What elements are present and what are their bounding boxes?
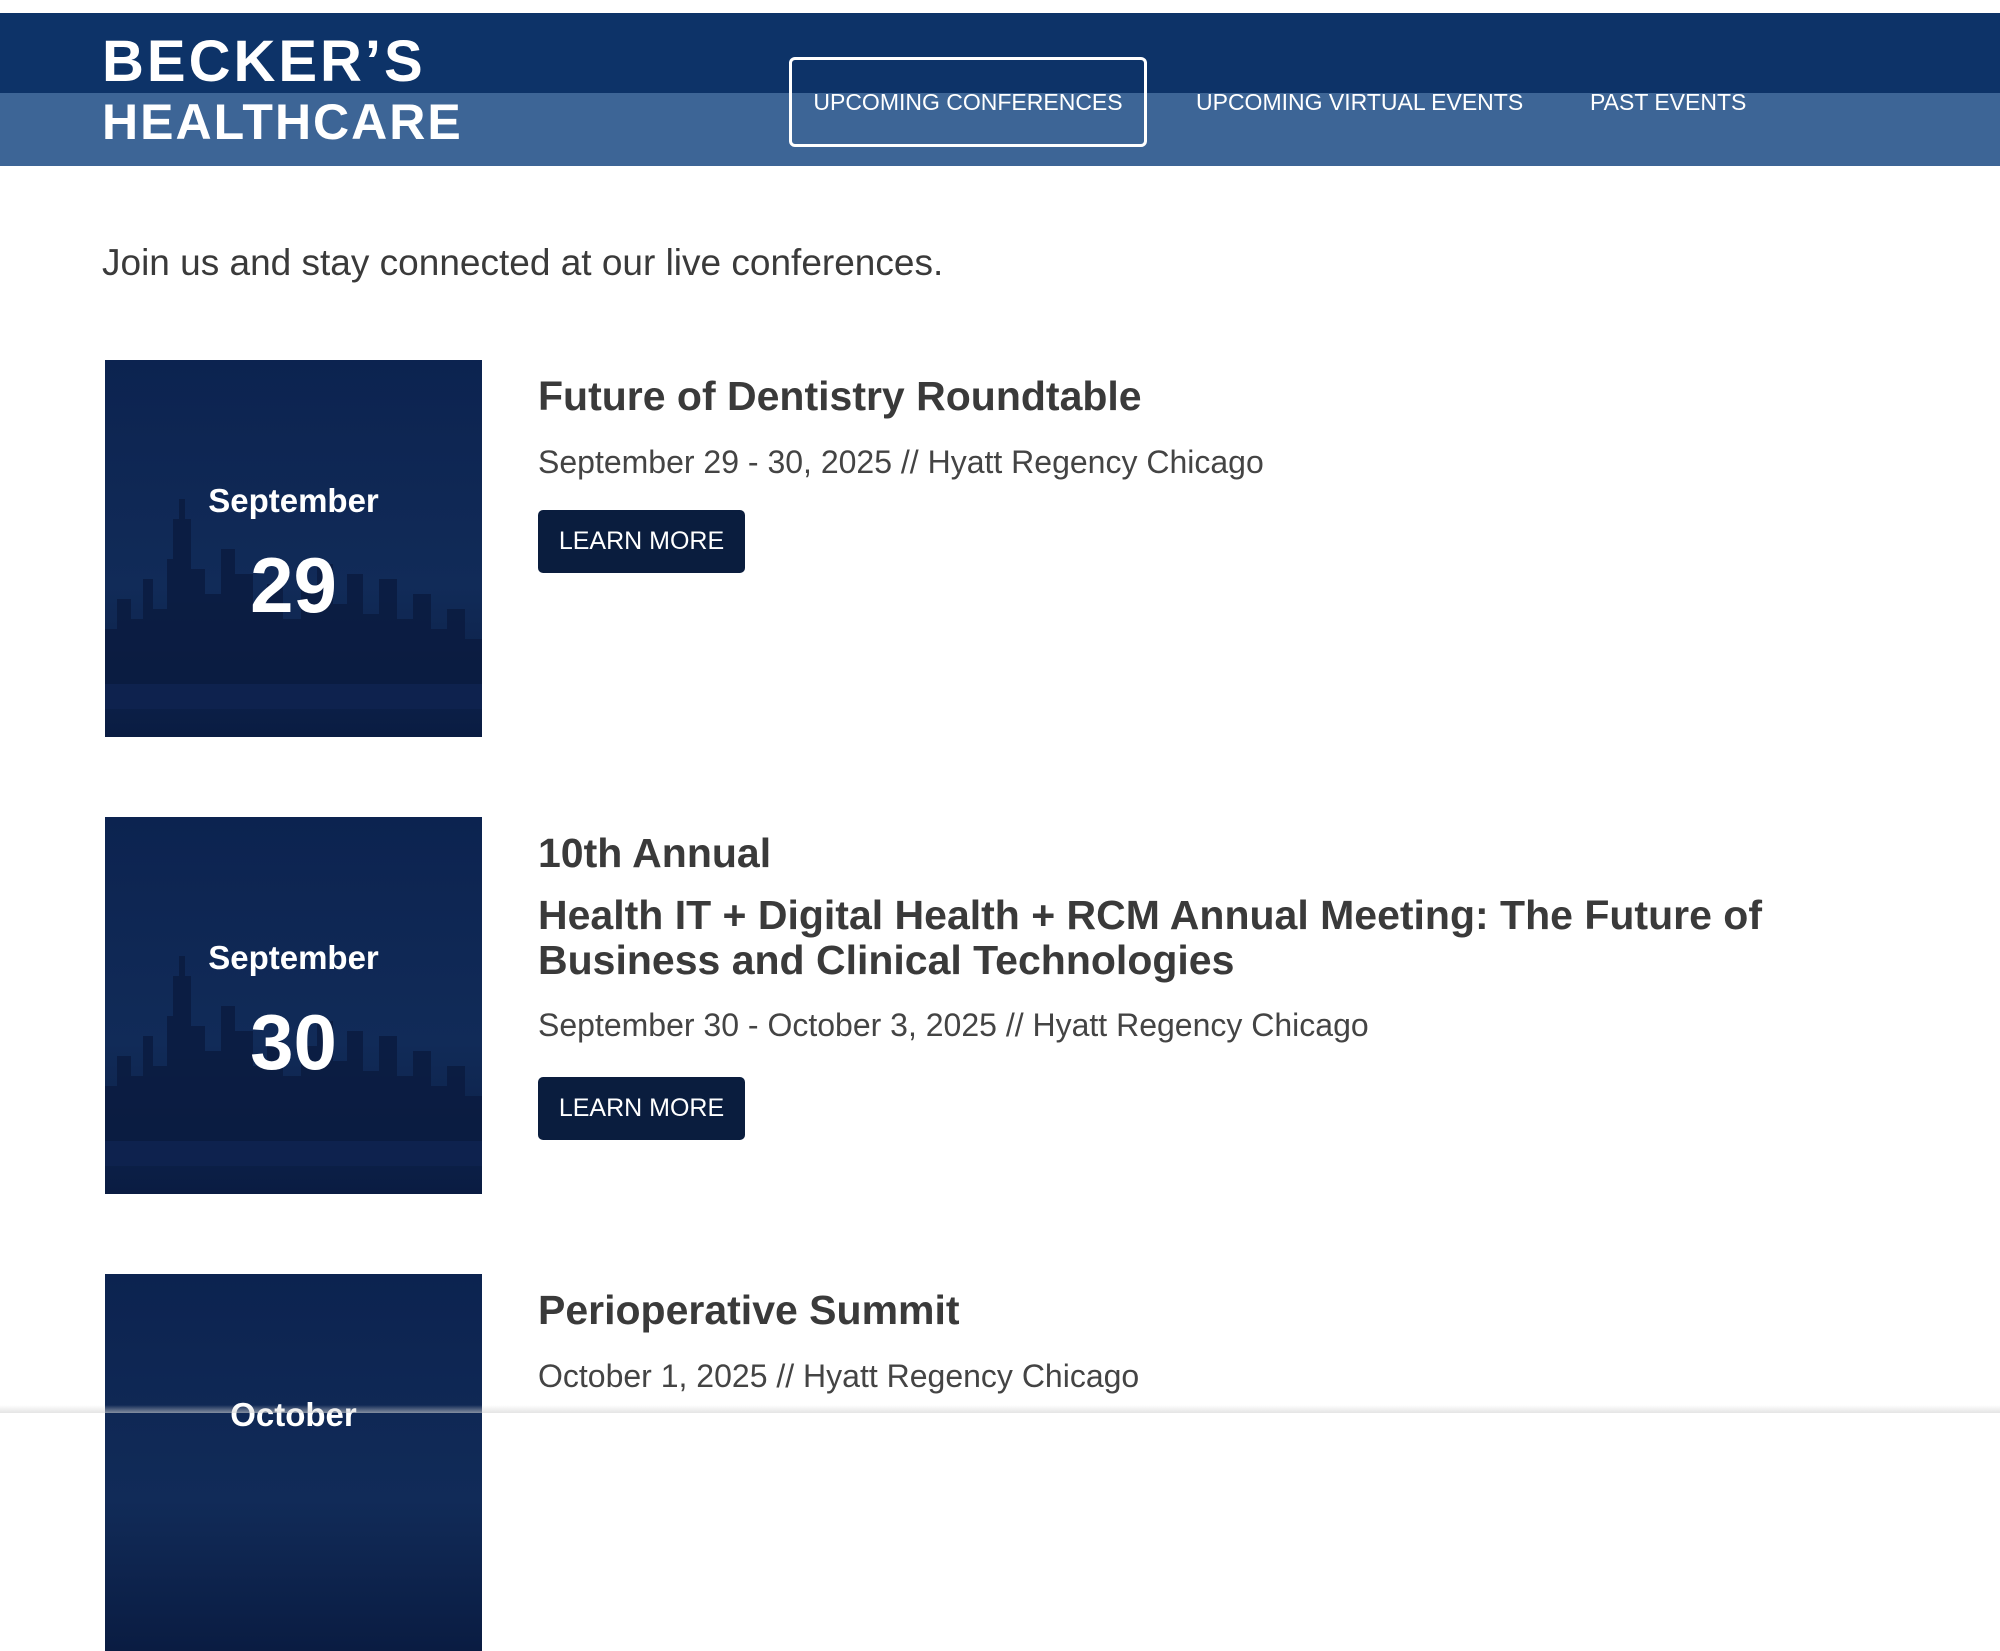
event-subtitle[interactable]: Health IT + Digital Health + RCM Annual … xyxy=(538,893,1838,983)
learn-more-button[interactable]: LEARN MORE xyxy=(538,1077,745,1140)
nav-past-events[interactable]: PAST EVENTS xyxy=(1590,57,1746,147)
date-tile[interactable]: September 29 xyxy=(105,360,482,737)
logo-line-2: HEALTHCARE xyxy=(102,94,463,150)
tile-month: September xyxy=(208,482,379,519)
logo-line-1: BECKER’S xyxy=(102,29,426,94)
event-date-location: September 30 - October 3, 2025 // Hyatt … xyxy=(538,1007,1369,1043)
event-date-location: September 29 - 30, 2025 // Hyatt Regency… xyxy=(538,444,1264,480)
event-date-location: October 1, 2025 // Hyatt Regency Chicago xyxy=(538,1358,1140,1394)
site-header: BECKER’S HEALTHCARE UPCOMING CONFERENCES… xyxy=(0,13,2000,166)
nav-upcoming-conferences[interactable]: UPCOMING CONFERENCES xyxy=(789,57,1147,147)
tile-day: 30 xyxy=(250,998,337,1086)
tile-month: September xyxy=(208,939,379,976)
date-tile[interactable]: October xyxy=(105,1274,482,1651)
bottom-scroll-shadow xyxy=(0,1405,2000,1413)
event-title[interactable]: Future of Dentistry Roundtable xyxy=(538,374,1142,419)
intro-text: Join us and stay connected at our live c… xyxy=(102,242,944,283)
tile-month: October xyxy=(230,1396,357,1433)
event-title[interactable]: Perioperative Summit xyxy=(538,1288,960,1333)
top-strip xyxy=(0,0,2000,13)
nav-upcoming-virtual-events[interactable]: UPCOMING VIRTUAL EVENTS xyxy=(1196,57,1523,147)
date-tile[interactable]: September 30 xyxy=(105,817,482,1194)
learn-more-button[interactable]: LEARN MORE xyxy=(538,510,745,573)
beckers-healthcare-logo[interactable]: BECKER’S HEALTHCARE xyxy=(102,29,463,150)
tile-day: 29 xyxy=(250,541,337,629)
event-title[interactable]: 10th Annual xyxy=(538,831,771,876)
